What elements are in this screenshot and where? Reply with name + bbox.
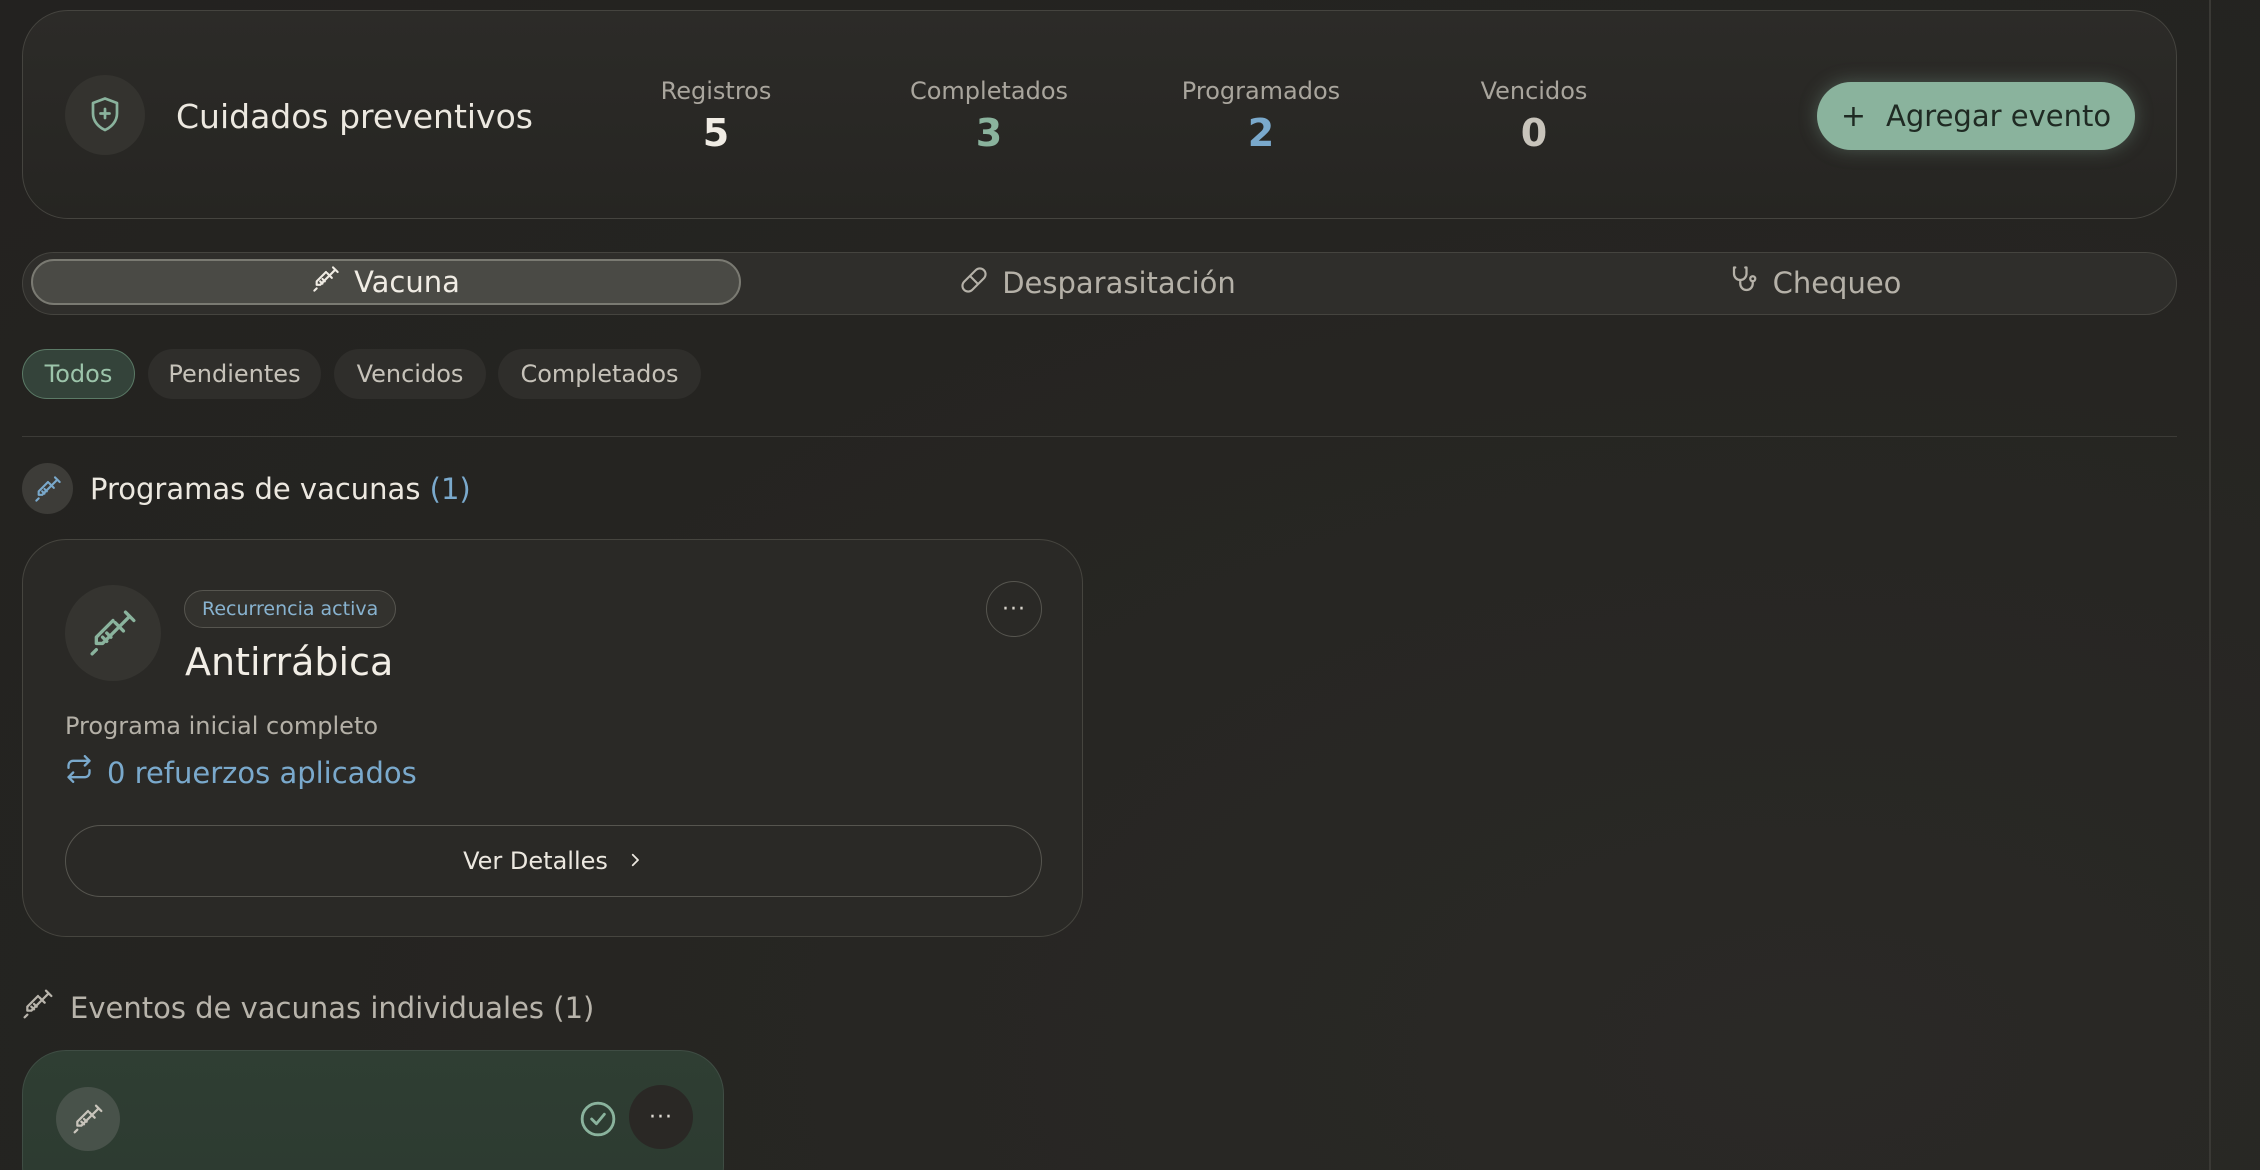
tab-label: Vacuna [354,265,460,299]
divider [22,436,2177,437]
tab-desparasitacion[interactable]: Desparasitación [741,253,1455,313]
tab-label: Chequeo [1772,266,1902,300]
filter-completados[interactable]: Completados [498,349,701,399]
pill-icon [960,266,988,301]
section-count: (1) [429,472,471,506]
stat-label: Completados [909,77,1069,105]
care-type-tabs: Vacuna Desparasitación Chequeo [22,252,2177,315]
program-subtitle: Programa inicial completo [65,712,379,740]
syringe-icon [22,988,54,1027]
stat-label: Vencidos [1480,77,1588,105]
section-title-individual: Eventos de vacunas individuales (1) [22,988,594,1027]
boosters-info: 0 refuerzos aplicados [65,755,417,790]
stat-completados: Completados 3 [889,77,1089,155]
stat-registros: Registros 5 [616,77,816,155]
section-title-text: Programas de vacunas [90,472,421,506]
add-event-button[interactable]: + Agregar evento [1817,82,2135,150]
more-options-button[interactable]: ··· [629,1085,693,1149]
view-details-label: Ver Detalles [463,847,608,875]
stat-label: Registros [660,77,772,105]
stat-vencidos: Vencidos 0 [1434,77,1634,155]
shield-plus-icon [65,75,145,155]
stat-value: 0 [1520,111,1548,155]
syringe-icon [22,463,73,514]
vaccine-program-card: Recurrencia activa Antirrábica ··· Progr… [22,539,1083,937]
program-title: Antirrábica [185,640,394,684]
plus-icon: + [1840,98,1867,134]
stat-programados: Programados 2 [1161,77,1361,155]
stethoscope-icon [1729,265,1759,302]
tab-chequeo[interactable]: Chequeo [1455,253,2175,313]
vaccine-event-card[interactable]: ··· [22,1050,724,1170]
stat-value: 3 [975,111,1003,155]
boosters-text: 0 refuerzos aplicados [107,755,417,790]
section-title-programs: Programas de vacunas (1) [90,472,471,506]
right-rail [2209,0,2211,1170]
add-event-label: Agregar evento [1886,99,2112,133]
chevron-right-icon [626,847,644,875]
stat-label: Programados [1181,77,1341,105]
filter-vencidos[interactable]: Vencidos [334,349,486,399]
more-options-button[interactable]: ··· [986,581,1042,637]
tab-vacuna[interactable]: Vacuna [31,259,741,305]
syringe-icon [56,1087,120,1151]
page-title: Cuidados preventivos [176,97,533,136]
preventive-care-summary: Cuidados preventivos Registros 5 Complet… [22,10,2177,219]
filter-todos[interactable]: Todos [22,349,135,399]
filter-pendientes[interactable]: Pendientes [148,349,321,399]
tab-label: Desparasitación [1002,266,1236,300]
view-details-button[interactable]: Ver Detalles [65,825,1042,897]
syringe-icon [65,585,161,681]
status-badge: Recurrencia activa [184,590,397,628]
syringe-icon [312,265,340,300]
repeat-icon [65,755,93,790]
stat-value: 5 [702,111,730,155]
check-circle-icon[interactable] [578,1099,618,1139]
stat-value: 2 [1247,111,1275,155]
section-title-text: Eventos de vacunas individuales (1) [70,990,595,1025]
